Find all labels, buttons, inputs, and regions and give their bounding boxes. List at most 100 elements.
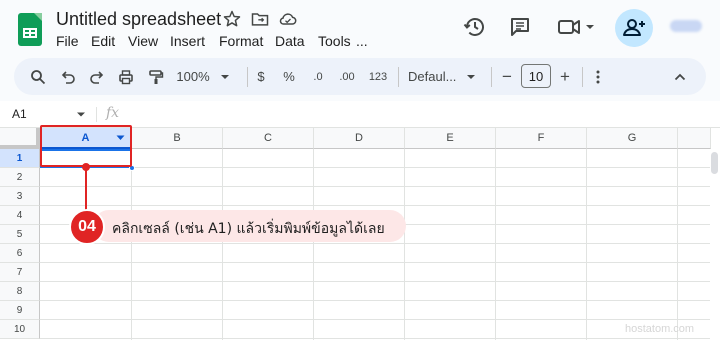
meet-call-icon[interactable] <box>556 15 600 39</box>
toolbar-divider <box>247 67 248 87</box>
star-icon[interactable] <box>222 9 242 29</box>
version-history-icon[interactable] <box>463 15 487 39</box>
row-header-7[interactable]: 7 <box>0 263 40 282</box>
column-header-b[interactable]: B <box>132 128 223 149</box>
row-header-6[interactable]: 6 <box>0 244 40 263</box>
column-header-c[interactable]: C <box>223 128 314 149</box>
row-gridline <box>40 205 710 206</box>
formula-bar: A1 fx <box>0 101 720 128</box>
increase-decimal-label: .00 <box>339 70 355 83</box>
row-gridline <box>40 300 710 301</box>
menu-more[interactable]: ... <box>356 33 368 49</box>
select-all-corner[interactable] <box>0 128 40 149</box>
column-header-next[interactable] <box>678 128 711 149</box>
comments-icon[interactable] <box>508 15 532 39</box>
column-gridline <box>313 149 314 340</box>
name-box[interactable]: A1 <box>12 107 27 121</box>
column-header-d[interactable]: D <box>314 128 405 149</box>
toolbar-divider <box>398 67 399 87</box>
row-header-1[interactable]: 1 <box>0 149 40 168</box>
percent-format-button[interactable]: % <box>282 58 296 95</box>
undo-icon <box>61 70 75 84</box>
column-header-e[interactable]: E <box>405 128 496 149</box>
add-person-icon <box>623 19 645 36</box>
formula-input[interactable] <box>130 101 710 127</box>
share-button[interactable] <box>615 9 653 47</box>
decrease-decimal-button[interactable]: .0 <box>308 58 328 95</box>
menu-file[interactable]: File <box>56 33 79 49</box>
column-gridline <box>586 149 587 340</box>
row-header-9[interactable]: 9 <box>0 301 40 320</box>
row-header-8[interactable]: 8 <box>0 282 40 301</box>
chevron-down-icon <box>467 74 476 79</box>
currency-format-button[interactable]: $ <box>254 58 268 95</box>
row-gridline <box>40 243 710 244</box>
more-formats-button[interactable]: 123 <box>366 58 390 95</box>
search-menus-button[interactable] <box>26 58 50 95</box>
account-name[interactable] <box>670 20 702 32</box>
print-icon <box>119 69 133 84</box>
font-family-value: Defaul... <box>408 69 457 84</box>
title-bar: Untitled spreadsheet File Edit View Inse… <box>0 0 720 56</box>
more-options-button[interactable] <box>588 58 608 95</box>
highlight-box <box>40 125 132 167</box>
name-box-dropdown-icon[interactable] <box>76 111 86 119</box>
decrease-decimal-label: .0 <box>313 70 323 83</box>
menu-insert[interactable]: Insert <box>170 33 205 49</box>
toolbar: 100% $ % .0 .00 123 Defaul... − 10 + <box>14 58 706 95</box>
collapse-toolbar-button[interactable] <box>669 58 691 95</box>
menu-data[interactable]: Data <box>275 33 305 49</box>
print-button[interactable] <box>114 58 138 95</box>
undo-button[interactable] <box>56 58 80 95</box>
row-header-4[interactable]: 4 <box>0 206 40 225</box>
chevron-down-icon <box>220 74 229 79</box>
row-gridline <box>40 262 710 263</box>
font-size-input[interactable]: 10 <box>521 64 551 88</box>
increase-decimal-button[interactable]: .00 <box>336 58 358 95</box>
redo-icon <box>90 70 104 84</box>
row-header-5[interactable]: 5 <box>0 225 40 244</box>
column-gridline <box>495 149 496 340</box>
menu-edit[interactable]: Edit <box>91 33 115 49</box>
menu-format[interactable]: Format <box>219 33 263 49</box>
search-icon <box>31 69 46 84</box>
formula-divider <box>96 107 97 122</box>
move-to-folder-icon[interactable] <box>250 9 270 29</box>
redo-button[interactable] <box>85 58 109 95</box>
toolbar-divider <box>491 67 492 87</box>
row-gridline <box>40 281 710 282</box>
row-header-3[interactable]: 3 <box>0 187 40 206</box>
cloud-saved-icon[interactable] <box>278 9 298 29</box>
callout-text: คลิกเซลล์ (เช่น A1) แล้วเริ่มพิมพ์ข้อมูล… <box>112 221 385 237</box>
zoom-value: 100% <box>176 69 210 84</box>
step-number-badge: 04 <box>69 209 105 245</box>
column-gridline <box>677 149 678 340</box>
document-title[interactable]: Untitled spreadsheet <box>56 9 221 30</box>
font-family-select[interactable]: Defaul... <box>408 58 482 95</box>
paint-format-button[interactable] <box>144 58 168 95</box>
scrollbar-thumb[interactable] <box>711 152 718 174</box>
menu-view[interactable]: View <box>128 33 158 49</box>
row-gridline <box>40 319 710 320</box>
row-gridline <box>40 186 710 187</box>
fx-icon: fx <box>106 105 120 121</box>
zoom-select[interactable]: 100% <box>174 58 234 95</box>
sheets-logo-icon[interactable] <box>18 13 42 46</box>
decrease-font-size-button[interactable]: − <box>498 58 516 95</box>
column-gridline <box>404 149 405 340</box>
paint-format-icon <box>149 69 164 84</box>
column-gridline <box>222 149 223 340</box>
chevron-up-icon <box>674 73 686 80</box>
row-header-2[interactable]: 2 <box>0 168 40 187</box>
row-gridline <box>40 338 710 339</box>
column-header-g[interactable]: G <box>587 128 678 149</box>
row-header-10[interactable]: 10 <box>0 320 40 339</box>
watermark: hostatom.com <box>625 323 695 335</box>
menu-tools[interactable]: Tools <box>318 33 351 49</box>
increase-font-size-button[interactable]: + <box>556 58 574 95</box>
vertical-scrollbar[interactable] <box>711 149 720 340</box>
column-gridline <box>131 149 132 340</box>
row-gridline <box>40 167 710 168</box>
callout-leader-dot <box>82 163 90 171</box>
column-header-f[interactable]: F <box>496 128 587 149</box>
